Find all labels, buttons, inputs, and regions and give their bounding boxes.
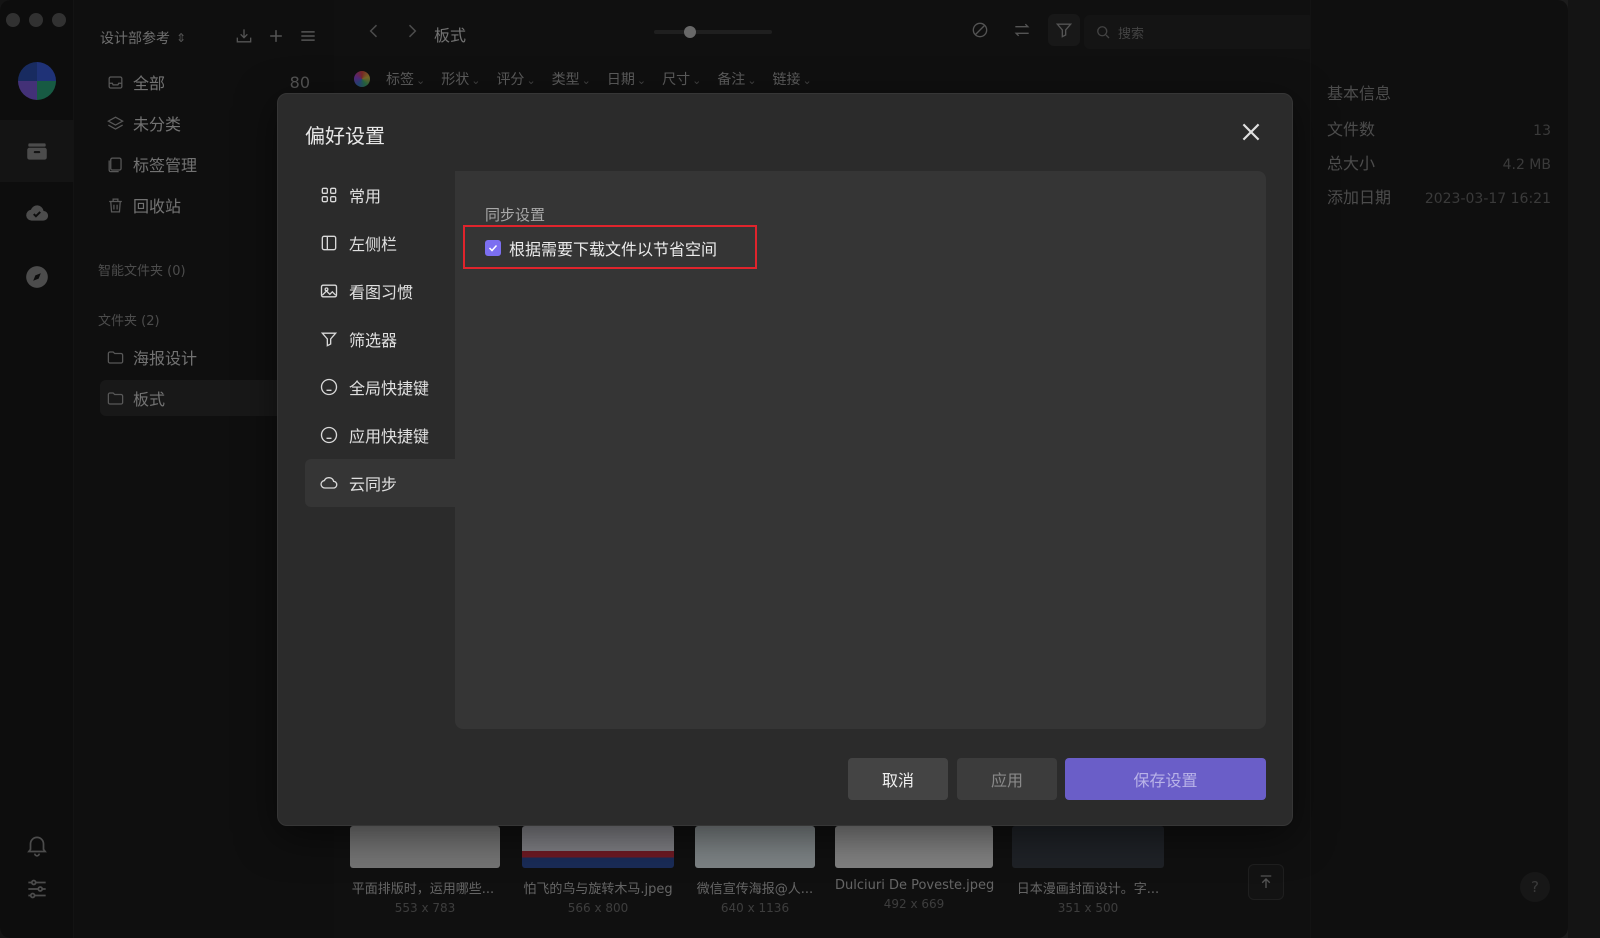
tab-label: 看图习惯 bbox=[349, 283, 414, 302]
tab-app-shortcuts[interactable]: 应用快捷键 bbox=[305, 411, 455, 459]
tab-global-shortcuts[interactable]: 全局快捷键 bbox=[305, 363, 455, 411]
apply-button[interactable]: 应用 bbox=[957, 758, 1057, 800]
tab-viewing[interactable]: 看图习惯 bbox=[305, 267, 455, 315]
grid-icon bbox=[321, 187, 337, 203]
window-edge bbox=[1568, 0, 1600, 938]
dialog-title: 偏好设置 bbox=[305, 124, 385, 148]
tab-left-sidebar[interactable]: 左侧栏 bbox=[305, 219, 455, 267]
preferences-dialog: 偏好设置 常用 左侧栏 看图习惯 筛选器 全局快捷键 应用快捷键 云同步 同步设… bbox=[277, 93, 1293, 826]
tab-filters[interactable]: 筛选器 bbox=[305, 315, 455, 363]
keyboard-icon bbox=[320, 426, 338, 444]
tab-label: 左侧栏 bbox=[349, 235, 398, 254]
sidebar-icon bbox=[321, 235, 337, 251]
preferences-nav: 常用 左侧栏 看图习惯 筛选器 全局快捷键 应用快捷键 云同步 bbox=[305, 171, 455, 507]
tab-label: 筛选器 bbox=[349, 331, 398, 350]
tab-label: 常用 bbox=[349, 187, 382, 206]
download-on-demand-checkbox[interactable] bbox=[485, 240, 501, 256]
cloud-sync-panel: 同步设置 根据需要下载文件以节省空间 bbox=[455, 171, 1266, 729]
app-window: 设计部参考 ⇕ 全部 80 未分类 标签管理 回收站 智能文件夹 (0) 文件夹… bbox=[0, 0, 1600, 938]
keyboard-icon bbox=[320, 378, 338, 396]
checkbox-label: 根据需要下载文件以节省空间 bbox=[509, 240, 718, 259]
tab-label: 云同步 bbox=[349, 475, 398, 494]
tab-general[interactable]: 常用 bbox=[305, 171, 455, 219]
filter-icon bbox=[320, 332, 338, 347]
close-icon[interactable] bbox=[1238, 119, 1264, 145]
section-label: 同步设置 bbox=[485, 206, 546, 224]
cancel-button[interactable]: 取消 bbox=[848, 758, 948, 800]
tab-label: 全局快捷键 bbox=[349, 379, 430, 398]
tab-label: 应用快捷键 bbox=[349, 427, 430, 446]
save-settings-button[interactable]: 保存设置 bbox=[1065, 758, 1266, 800]
download-on-demand-option[interactable]: 根据需要下载文件以节省空间 bbox=[485, 236, 717, 260]
image-icon bbox=[320, 284, 338, 298]
cloud-icon bbox=[320, 477, 338, 489]
tab-cloud-sync[interactable]: 云同步 bbox=[305, 459, 455, 507]
checkmark-icon bbox=[488, 244, 498, 252]
